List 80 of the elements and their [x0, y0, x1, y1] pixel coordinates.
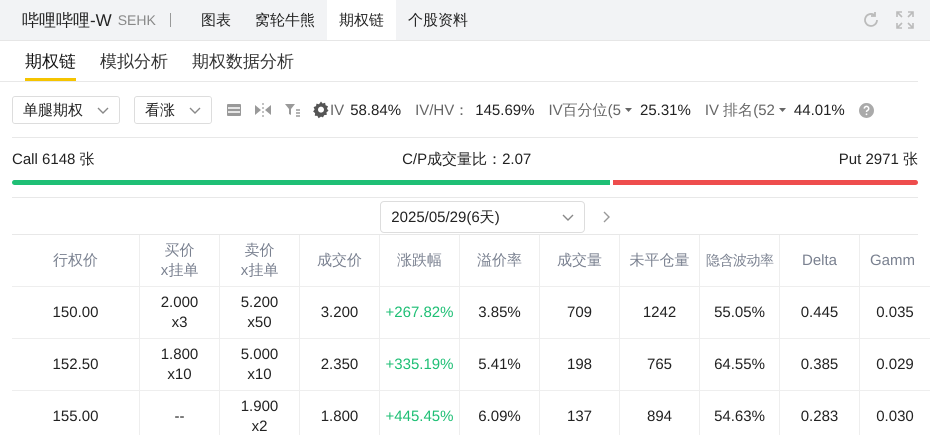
table-cell: +267.82%	[380, 287, 460, 339]
filter-icon[interactable]	[284, 102, 300, 118]
table-cell: 198	[540, 339, 620, 391]
table-cell: 2.000 x3	[140, 287, 220, 339]
table-cell: 0.445	[780, 287, 860, 339]
refresh-icon[interactable]	[862, 11, 880, 29]
expiry-dropdown[interactable]: 2025/05/29(6天)	[380, 201, 585, 233]
column-header[interactable]: 行权价	[12, 235, 140, 287]
table-cell: 3.200	[300, 287, 380, 339]
column-header[interactable]: 成交量	[540, 235, 620, 287]
table-icon[interactable]	[226, 102, 242, 118]
column-header[interactable]: 未平仓量	[620, 235, 700, 287]
table-cell: 137	[540, 391, 620, 435]
table-cell: 5.000 x10	[220, 339, 300, 391]
table-cell: 709	[540, 287, 620, 339]
table-cell: 1.800 x10	[140, 339, 220, 391]
table-cell: 152.50	[12, 339, 140, 391]
column-header[interactable]: 成交价	[300, 235, 380, 287]
stat-value: 58.84%	[350, 102, 402, 118]
column-header[interactable]: 溢价率	[460, 235, 540, 287]
stat-label: IV百分位(5	[548, 100, 621, 120]
column-header[interactable]: 买价 x挂单	[140, 235, 220, 287]
table-cell: 0.035	[860, 287, 930, 339]
nav-tab[interactable]: 图表	[188, 0, 243, 40]
table-cell: +445.45%	[380, 391, 460, 435]
table-cell: 1242	[620, 287, 700, 339]
caret-down-icon[interactable]	[778, 108, 786, 112]
table-cell: 3.85%	[460, 287, 540, 339]
nav-tab[interactable]: 期权链	[326, 0, 396, 40]
chevron-down-icon	[97, 106, 109, 114]
nav-tab[interactable]: 个股资料	[396, 0, 480, 40]
column-header[interactable]: Delta	[780, 235, 860, 287]
caret-down-icon[interactable]	[624, 108, 632, 112]
table-cell: +335.19%	[380, 339, 460, 391]
table-cell: 0.385	[780, 339, 860, 391]
table-cell: 150.00	[12, 287, 140, 339]
table-cell: 155.00	[12, 391, 140, 435]
table-cell: 5.41%	[460, 339, 540, 391]
table-cell: 64.55%	[700, 339, 780, 391]
column-header[interactable]: 卖价 x挂单	[220, 235, 300, 287]
option-dropdown[interactable]: 单腿期权	[12, 96, 120, 124]
nav-tab[interactable]: 窝轮牛熊	[242, 0, 327, 40]
fullscreen-icon[interactable]	[896, 11, 914, 29]
table-cell: 0.283	[780, 391, 860, 435]
chevron-down-icon	[562, 214, 574, 220]
stat-label: IV 排名(52	[704, 100, 775, 120]
stat-value: 44.01%	[794, 102, 845, 118]
column-header[interactable]: Gamm	[860, 235, 930, 287]
table-cell: 2.350	[300, 339, 380, 391]
volume-ratio: C/P成交量比：2.07	[402, 150, 532, 169]
table-cell: --	[140, 391, 220, 435]
call-volume: Call 6148 张	[12, 150, 95, 169]
stat-label: IV	[330, 102, 344, 118]
table-cell: 0.029	[860, 339, 930, 391]
sub-tab[interactable]: 期权数据分析	[192, 41, 294, 81]
mirror-icon[interactable]	[254, 102, 272, 118]
exchange-label: SEHK	[118, 12, 156, 28]
chevron-right-icon[interactable]	[602, 211, 610, 223]
stat-label: IV/HV：	[415, 100, 470, 120]
column-header[interactable]: 隐含波动率	[700, 235, 780, 287]
table-cell: 5.200 x50	[220, 287, 300, 339]
sub-tab[interactable]: 期权链	[25, 41, 76, 81]
table-cell: 1.900 x2	[220, 391, 300, 435]
help-icon[interactable]	[858, 102, 874, 118]
sub-tab[interactable]: 模拟分析	[100, 41, 168, 81]
table-cell: 6.09%	[460, 391, 540, 435]
option-dropdown[interactable]: 看涨	[134, 96, 212, 124]
put-volume: Put 2971 张	[838, 150, 918, 169]
table-cell: 54.63%	[700, 391, 780, 435]
stat-value: 25.31%	[640, 102, 691, 118]
table-cell: 765	[620, 339, 700, 391]
table-cell: 894	[620, 391, 700, 435]
settings-icon[interactable]	[312, 101, 330, 119]
stock-title: 哔哩哔哩-W	[21, 10, 112, 32]
table-cell: 0.030	[860, 391, 930, 435]
table-cell: 55.05%	[700, 287, 780, 339]
chevron-down-icon	[189, 106, 201, 114]
stat-value: 145.69%	[475, 102, 534, 118]
table-cell: 1.800	[300, 391, 380, 435]
column-header[interactable]: 涨跌幅	[380, 235, 460, 287]
